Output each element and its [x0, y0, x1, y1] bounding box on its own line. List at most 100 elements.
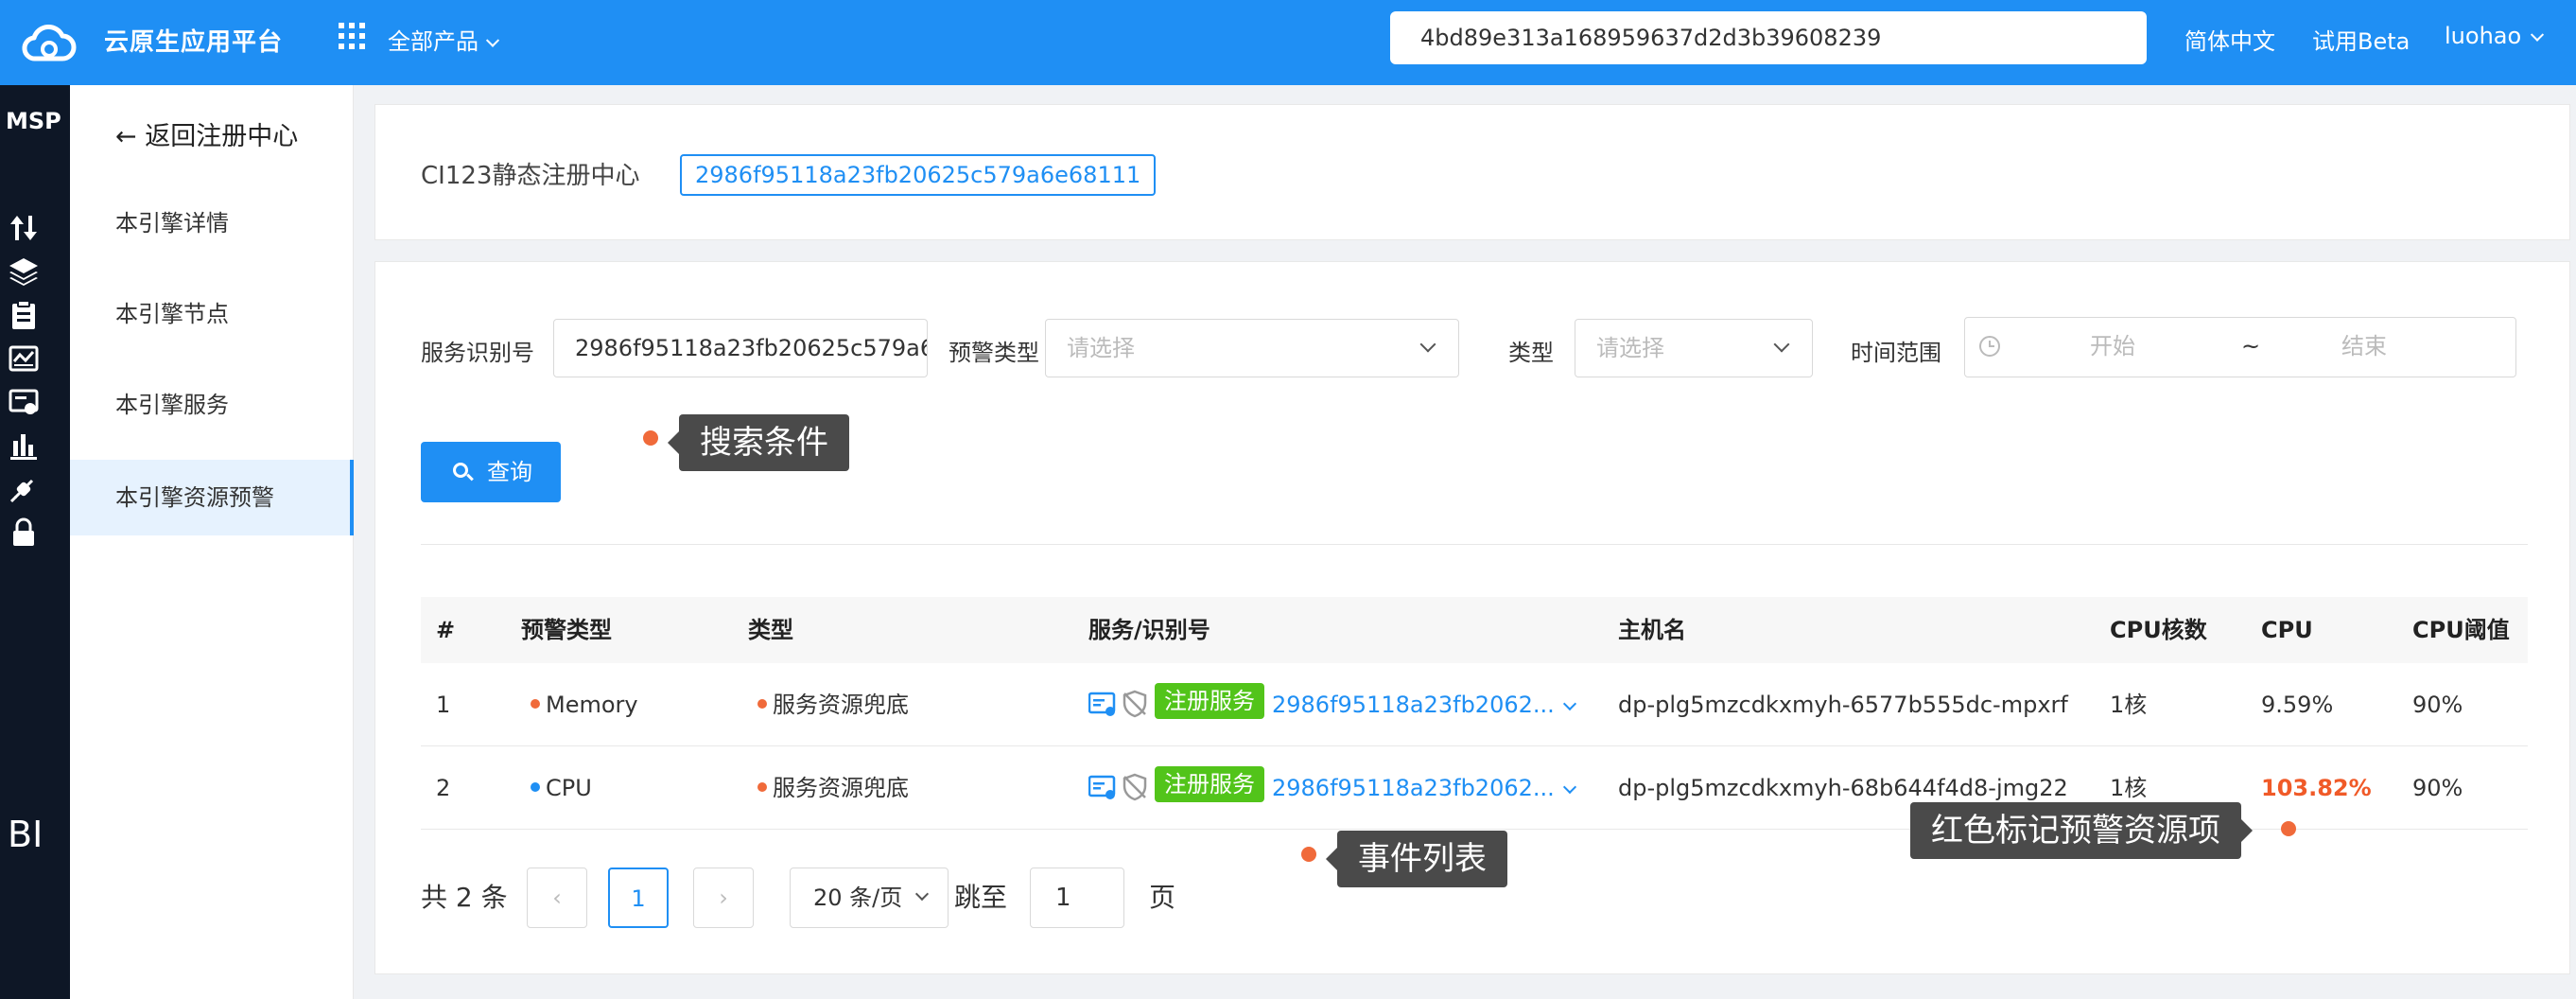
type-label: 类型 [1508, 340, 1554, 366]
query-label: 查询 [487, 459, 532, 485]
row-alert-type: CPU [531, 746, 592, 830]
col-hostname: 主机名 [1618, 617, 1686, 643]
registry-name: CI123静态注册中心 [421, 162, 640, 190]
time-range-label: 时间范围 [1851, 340, 1941, 366]
monitor-chart-icon[interactable] [8, 342, 40, 375]
type-placeholder: 请选择 [1596, 335, 1664, 361]
col-cpu-cores: CPU核数 [2110, 617, 2207, 643]
type-value: 服务资源兜底 [773, 692, 909, 718]
jump-page-input[interactable]: 1 [1030, 868, 1124, 928]
col-cpu-threshold: CPU阈值 [2412, 617, 2510, 643]
plugin-icon[interactable] [8, 473, 40, 505]
status-dot [757, 782, 767, 792]
page-unit-label: 页 [1149, 882, 1176, 913]
transfer-icon[interactable] [8, 212, 40, 244]
jump-label: 跳至 [954, 882, 1008, 913]
service-id-label: 服务识别号 [421, 340, 534, 366]
service-card-icon [1088, 775, 1116, 799]
bi-icon[interactable]: BI [8, 814, 43, 855]
service-id-input[interactable]: 2986f95118a23fb20625c579a6e68111 [553, 319, 928, 377]
col-type: 类型 [748, 617, 793, 643]
time-start[interactable]: 开始 [2090, 318, 2135, 375]
clipboard-icon[interactable] [8, 299, 40, 331]
bar-chart-icon[interactable] [8, 429, 40, 462]
registered-service-tag: 注册服务 [1155, 683, 1264, 719]
divider [421, 544, 2528, 545]
service-id-link[interactable]: 2986f95118a23fb2062... [1272, 746, 1555, 830]
alert-type-value: Memory [546, 692, 638, 718]
beta-trial-link[interactable]: 试用Beta [2312, 23, 2410, 56]
chevron-down-icon [914, 886, 930, 902]
row-alert-type: Memory [531, 663, 638, 746]
row-index: 1 [436, 692, 451, 718]
expand-chevron-icon[interactable] [1562, 780, 1577, 795]
time-end[interactable]: 结束 [2341, 318, 2387, 375]
prev-page-button[interactable]: ‹ [527, 868, 587, 928]
alert-type-label: 预警类型 [949, 340, 1039, 366]
row-type: 服务资源兜底 [757, 663, 909, 746]
clock-icon [1979, 336, 2000, 357]
time-separator: ~ [2241, 333, 2261, 359]
chevron-down-icon [485, 33, 500, 47]
sidebar-item-engine-nodes[interactable]: 本引擎节点 [70, 276, 354, 352]
layers-icon[interactable] [8, 255, 40, 288]
alert-type-value: CPU [546, 775, 592, 801]
sidebar-item-engine-services[interactable]: 本引擎服务 [70, 367, 354, 443]
certificate-icon[interactable] [8, 386, 40, 418]
col-index: # [436, 617, 456, 643]
row-index: 2 [436, 775, 451, 801]
next-page-button[interactable]: › [693, 868, 754, 928]
row-cpu: 9.59% [2261, 692, 2334, 718]
global-search-input[interactable]: 4bd89e313a168959637d2d3b39608239 [1390, 11, 2147, 64]
msp-logo[interactable]: MSP [6, 108, 61, 134]
user-menu[interactable]: luohao [2445, 23, 2545, 49]
chevron-down-icon [2531, 27, 2545, 42]
apps-grid-icon[interactable] [339, 23, 365, 49]
table-header: # 预警类型 类型 服务/识别号 主机名 CPU核数 CPU CPU阈值 [421, 597, 2528, 663]
back-to-registry-link[interactable]: ← 返回注册中心 [115, 115, 298, 152]
registry-id-badge: 2986f95118a23fb20625c579a6e68111 [680, 154, 1157, 196]
type-value: 服务资源兜底 [773, 775, 909, 801]
search-icon [453, 463, 468, 478]
registry-header-card: CI123静态注册中心 2986f95118a23fb20625c579a6e6… [374, 104, 2570, 240]
sidebar-item-resource-alerts[interactable]: 本引擎资源预警 [70, 460, 354, 535]
annotation-dot [2281, 821, 2296, 836]
col-alert-type: 预警类型 [521, 617, 612, 643]
row-cpu-alert: 103.82% [2261, 775, 2372, 801]
page-size-select[interactable]: 20 条/页 [790, 868, 949, 928]
left-rail: MSP BI [0, 85, 70, 999]
expand-chevron-icon[interactable] [1562, 696, 1577, 711]
query-button[interactable]: 查询 [421, 442, 561, 502]
alert-type-select[interactable]: 请选择 [1045, 319, 1459, 377]
type-select[interactable]: 请选择 [1575, 319, 1813, 377]
row-type: 服务资源兜底 [757, 746, 909, 830]
time-range-picker[interactable]: 开始 ~ 结束 [1964, 317, 2516, 377]
chevron-down-icon [1773, 336, 1790, 353]
annotation-dot [1301, 847, 1316, 862]
all-products-label: 全部产品 [388, 28, 479, 55]
table-row: 1 Memory 服务资源兜底 注册服务 2986f95118a23fb2062… [421, 663, 2528, 746]
registered-service-tag: 注册服务 [1155, 766, 1264, 802]
lock-icon[interactable] [8, 517, 40, 549]
alert-type-placeholder: 请选择 [1067, 335, 1135, 361]
sidebar: ← 返回注册中心 本引擎详情 本引擎节点 本引擎服务 本引擎资源预警 [70, 85, 354, 999]
col-cpu: CPU [2261, 617, 2313, 643]
service-card-icon [1088, 692, 1116, 716]
all-products-menu[interactable]: 全部产品 [388, 23, 500, 56]
callout-search-conditions: 搜索条件 [668, 414, 849, 471]
annotation-dot [643, 430, 658, 446]
language-switch[interactable]: 简体中文 [2184, 23, 2275, 56]
row-cpu-cores: 1核 [2110, 692, 2148, 718]
service-id-link[interactable]: 2986f95118a23fb2062... [1272, 663, 1555, 746]
platform-title[interactable]: 云原生应用平台 [104, 23, 283, 58]
status-dot [757, 699, 767, 709]
page-1-button[interactable]: 1 [608, 868, 669, 928]
back-label: 返回注册中心 [145, 122, 299, 151]
page-size-value: 20 条/页 [813, 885, 903, 911]
top-bar: 云原生应用平台 全部产品 4bd89e313a168959637d2d3b396… [0, 0, 2576, 85]
sidebar-item-engine-details[interactable]: 本引擎详情 [70, 185, 354, 261]
cloud-logo-icon[interactable] [21, 17, 78, 68]
callout-red-marked-alerts: 红色标记预警资源项 [1910, 802, 2253, 859]
row-hostname: dp-plg5mzcdkxmyh-6577b555dc-mpxrf [1618, 692, 2068, 718]
arrow-left-icon: ← [115, 122, 137, 151]
